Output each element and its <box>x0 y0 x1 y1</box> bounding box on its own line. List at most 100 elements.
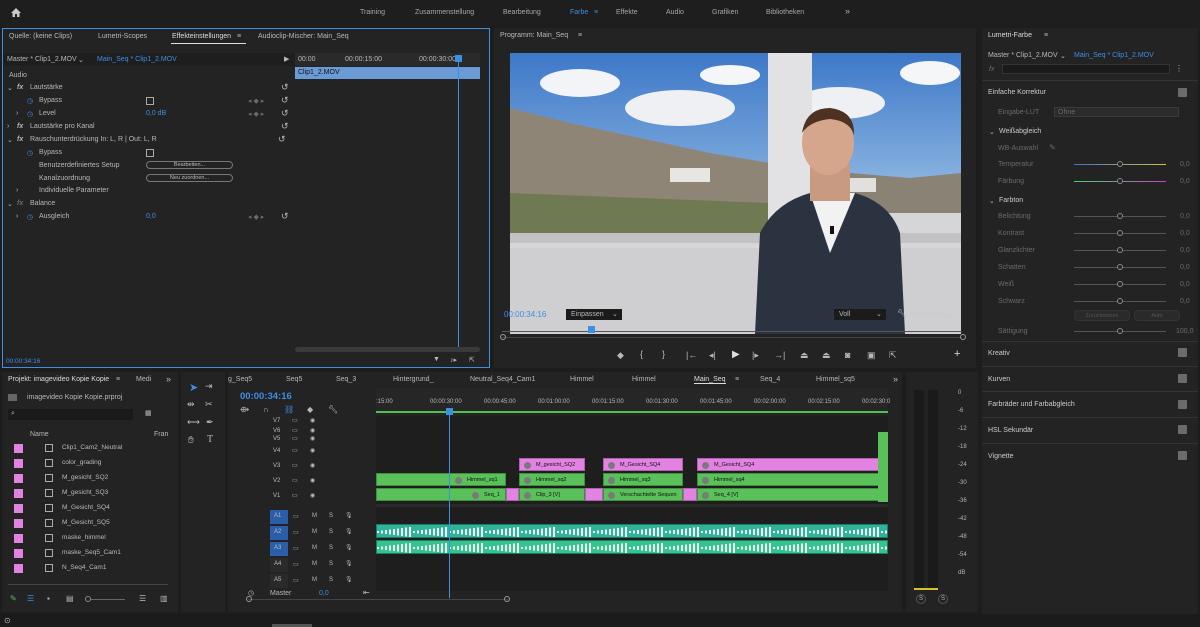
pencil-icon[interactable]: ✎ <box>10 594 17 603</box>
type-tool-icon[interactable]: T <box>207 434 213 445</box>
solo-button[interactable]: S <box>329 561 333 567</box>
remap-button[interactable]: Neu zuordnen... <box>146 174 233 182</box>
toggle-sync-icon[interactable]: ▭ <box>292 492 298 499</box>
tone-slider-knob[interactable] <box>1117 264 1123 270</box>
toggle-sync-icon[interactable]: ▭ <box>293 561 299 568</box>
mute-button[interactable]: M <box>312 529 317 535</box>
end-clip[interactable] <box>878 432 888 502</box>
slip-icon[interactable]: ⟷ <box>187 417 200 428</box>
tone-slider-knob[interactable] <box>1117 247 1123 253</box>
edit-button[interactable]: Bearbeiten... <box>146 161 233 169</box>
eye-icon[interactable]: ◉ <box>310 417 315 424</box>
toggle-sync-icon[interactable]: ▭ <box>293 577 299 584</box>
program-playhead[interactable] <box>588 326 595 333</box>
toggle-sync-icon[interactable]: ▭ <box>292 435 298 442</box>
fx-icon[interactable]: fx <box>17 123 23 130</box>
eye-icon[interactable]: ◉ <box>310 447 315 454</box>
play-audio-icon[interactable]: ♪▸ <box>450 356 457 364</box>
stopwatch-icon[interactable]: ◷ <box>27 213 33 221</box>
sequence-tab[interactable]: Main_Seq <box>694 376 726 384</box>
media-tab[interactable]: Medi <box>136 376 151 383</box>
section-creative[interactable]: Kreativ <box>988 350 1010 357</box>
video-clip[interactable]: M_gesicht_SQ2 <box>519 458 585 471</box>
eyedropper-icon[interactable]: ✎ <box>1049 143 1056 152</box>
solo-button[interactable]: S <box>329 545 333 551</box>
video-clip[interactable]: Seq_4 [V] <box>697 488 882 501</box>
tone-slider-value[interactable]: 0,0 <box>1180 247 1190 254</box>
overflow-icon[interactable]: » <box>166 374 171 384</box>
expand-icon[interactable]: › <box>16 213 18 220</box>
mark-in-icon[interactable]: { <box>640 349 643 359</box>
new-bin-icon[interactable]: ▦ <box>145 409 152 417</box>
nest-icon[interactable]: ⟴ <box>240 405 249 414</box>
list-item[interactable]: M_Gesicht_SQ5 <box>12 516 170 530</box>
camera-icon[interactable]: ◙ <box>845 350 850 360</box>
panel-menu-icon[interactable]: ≡ <box>1044 32 1048 39</box>
quality-dropdown[interactable]: Voll ⌄ <box>834 309 886 320</box>
tone-slider-value[interactable]: 0,0 <box>1180 281 1190 288</box>
add-marker-icon[interactable]: ◆ <box>307 405 313 414</box>
tab-effect-controls[interactable]: Effekteinstellungen <box>172 33 231 40</box>
hsl-checkbox[interactable] <box>1178 425 1187 434</box>
mute-button[interactable]: M <box>312 513 317 519</box>
sort-icon[interactable]: ☰ <box>139 594 146 603</box>
extract-icon[interactable]: ⏏ <box>822 350 831 361</box>
selection-tool-icon[interactable]: ➤ <box>189 381 198 394</box>
panel-menu-icon[interactable]: ≡ <box>116 376 120 383</box>
wb-slider-value[interactable]: 0,0 <box>1180 161 1190 168</box>
video-clip[interactable]: M_Gesicht_SQ4 <box>697 458 882 471</box>
collapse-icon[interactable]: ⌄ <box>7 136 13 144</box>
more-options-icon[interactable]: ⋮ <box>1175 64 1183 73</box>
effect-timecode[interactable]: 00:00:34:16 <box>6 358 40 365</box>
go-to-in-icon[interactable]: |← <box>686 350 697 360</box>
keyframe-nav-icon[interactable]: ◂ ◆ ▸ <box>248 97 264 105</box>
tab-menu-icon[interactable]: ≡ <box>735 376 739 383</box>
workspace-grafiken[interactable]: Grafiken <box>712 9 738 16</box>
sequence-tab[interactable]: Seq_4 <box>760 376 780 383</box>
collapse-icon[interactable]: ⌄ <box>7 200 13 208</box>
reset-icon[interactable]: ↺ <box>281 82 289 93</box>
zoom-slider[interactable] <box>91 599 125 600</box>
toggle-sync-icon[interactable]: ▭ <box>292 462 298 469</box>
tone-slider-knob[interactable] <box>1117 213 1123 219</box>
toggle-sync-icon[interactable]: ▭ <box>292 417 298 424</box>
marker-icon[interactable]: ◆ <box>617 350 624 361</box>
effect-playhead-handle[interactable] <box>455 55 462 62</box>
workspaces-overflow-icon[interactable]: » <box>845 6 850 16</box>
mute-button[interactable]: M <box>312 561 317 567</box>
bypass-checkbox[interactable] <box>146 149 154 157</box>
level-value[interactable]: 0,0 dB <box>146 110 166 117</box>
audio-clip[interactable] <box>376 524 888 538</box>
timeline-timecode[interactable]: 00:00:34:16 <box>240 391 292 402</box>
basic-correction-checkbox[interactable] <box>1178 88 1187 97</box>
wrench-icon[interactable]: 🔧︎ <box>897 309 907 318</box>
toggle-sync-icon[interactable]: ▭ <box>292 447 298 454</box>
list-item[interactable]: N_Seq4_Cam1 <box>12 561 170 575</box>
effect-playhead[interactable] <box>458 57 459 349</box>
eye-icon[interactable]: ◉ <box>310 462 315 469</box>
export-icon[interactable]: ⇱ <box>469 356 475 364</box>
transition-clip[interactable] <box>585 488 603 501</box>
tone-slider-value[interactable]: 0,0 <box>1180 264 1190 271</box>
home-icon[interactable] <box>10 7 22 18</box>
audio-clip[interactable] <box>376 540 888 554</box>
tone-slider-knob[interactable] <box>1117 298 1123 304</box>
icon-view-icon[interactable]: ▪ <box>47 594 50 603</box>
keyframe-nav-icon[interactable]: ◂ ◆ ▸ <box>248 110 264 118</box>
tone-slider-value[interactable]: 0,0 <box>1180 298 1190 305</box>
list-item[interactable]: maske_Seq5_Cam1 <box>12 546 170 560</box>
lift-icon[interactable]: ⏏ <box>800 350 809 361</box>
expand-icon[interactable]: › <box>16 110 18 117</box>
reset-button[interactable]: Zurücksetzen <box>1074 310 1130 321</box>
reset-icon[interactable]: ↺ <box>281 211 289 222</box>
mark-out-icon[interactable]: } <box>662 349 665 359</box>
reset-icon[interactable]: ↺ <box>281 95 289 106</box>
reset-icon[interactable]: ↺ <box>278 134 286 145</box>
workspace-farbe[interactable]: Farbe <box>570 9 588 16</box>
list-item[interactable]: Clip1_Cam2_Neutral <box>12 441 170 455</box>
video-clip[interactable]: M_Gesicht_SQ4 <box>603 458 683 471</box>
stopwatch-icon[interactable]: ◷ <box>27 149 33 157</box>
wb-slider-knob[interactable] <box>1117 161 1123 167</box>
snap-icon[interactable]: ∩ <box>263 405 269 414</box>
workspace-audio[interactable]: Audio <box>666 9 684 16</box>
